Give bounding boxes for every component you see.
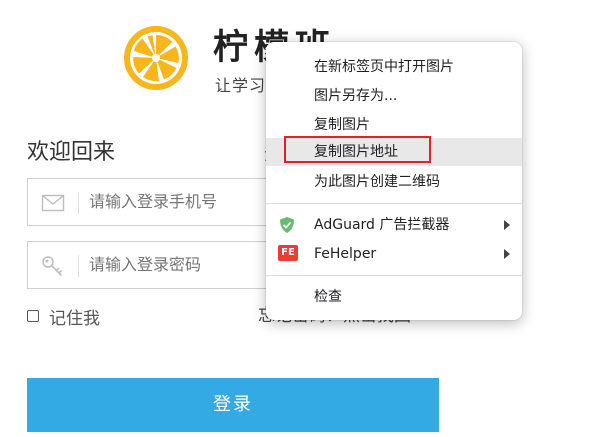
annotation-highlight-box bbox=[284, 136, 431, 163]
field-divider bbox=[78, 255, 79, 277]
menu-item-label: 在新标签页中打开图片 bbox=[314, 59, 454, 75]
fehelper-icon: FE bbox=[278, 245, 298, 261]
welcome-heading: 欢迎回来 bbox=[27, 140, 116, 165]
login-button[interactable]: 登录 bbox=[27, 378, 439, 432]
key-icon bbox=[42, 256, 63, 277]
menu-separator bbox=[266, 275, 522, 276]
menu-item-inspect[interactable]: 检查 bbox=[266, 283, 522, 311]
menu-item-copy-image[interactable]: 复制图片 bbox=[266, 111, 522, 139]
menu-item-fehelper[interactable]: FE FeHelper bbox=[266, 240, 522, 268]
menu-item-save-image-as[interactable]: 图片另存为... bbox=[266, 82, 522, 110]
submenu-arrow-icon bbox=[504, 220, 510, 230]
menu-separator bbox=[266, 203, 522, 204]
menu-item-label: 图片另存为... bbox=[314, 88, 398, 104]
adguard-shield-icon bbox=[280, 217, 294, 233]
menu-item-label: AdGuard 广告拦截器 bbox=[314, 217, 450, 233]
menu-item-label: 为此图片创建二维码 bbox=[314, 174, 440, 190]
field-divider bbox=[78, 192, 79, 214]
remember-checkbox[interactable] bbox=[27, 310, 39, 322]
menu-item-label: 检查 bbox=[314, 289, 342, 305]
menu-item-open-image-new-tab[interactable]: 在新标签页中打开图片 bbox=[266, 53, 522, 81]
menu-item-adguard[interactable]: AdGuard 广告拦截器 bbox=[266, 211, 522, 239]
submenu-arrow-icon bbox=[504, 249, 510, 259]
remember-me[interactable]: 记住我 bbox=[27, 305, 100, 329]
menu-item-create-qr-code[interactable]: 为此图片创建二维码 bbox=[266, 168, 522, 196]
menu-item-label: 复制图片 bbox=[314, 117, 370, 133]
menu-item-label: FeHelper bbox=[314, 246, 377, 262]
envelope-icon bbox=[41, 194, 65, 212]
lemon-logo-icon bbox=[124, 26, 188, 90]
context-menu: 在新标签页中打开图片 图片另存为... 复制图片 复制图片地址 为此图片创建二维… bbox=[266, 42, 522, 320]
remember-label: 记住我 bbox=[49, 308, 100, 329]
